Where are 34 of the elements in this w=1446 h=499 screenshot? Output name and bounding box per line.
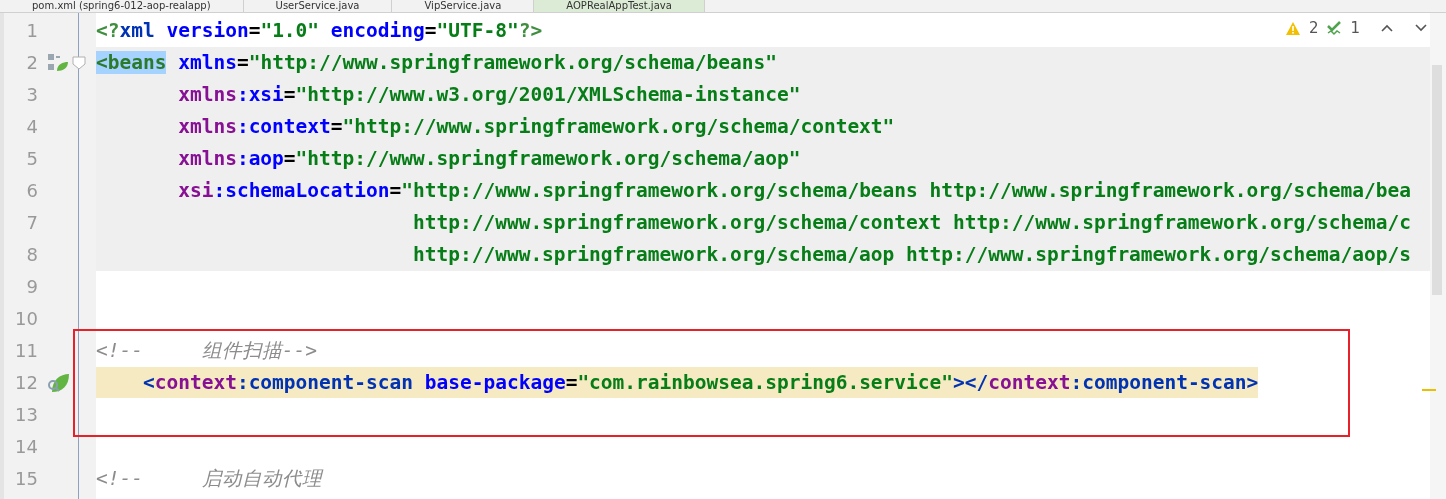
code-line: <!-- 启动自动代理 [96,466,322,493]
leaf-magnifier-icon[interactable] [46,372,70,394]
line-number: 10 [14,308,38,330]
code-line: <!-- 组件扫描--> [96,338,317,365]
code-line: <?xml version="1.0" encoding="UTF-8"?> [96,18,543,45]
warning-icon[interactable] [1284,20,1301,36]
code-line: http://www.springframework.org/schema/context http://www.springframework.org/schema/c [411,210,1411,237]
code-line: xmlns:context="http://www.springframework.org/schema/context" [177,114,895,141]
code-line: http://www.springframework.org/schema/aop http://www.springframework.org/schema/aop/s [411,242,1411,269]
line-number: 2 [25,52,38,74]
line-number: 7 [25,212,38,234]
code-line: <beans xmlns="http://www.springframework.org/schema/beans" [96,50,777,77]
line-number: 9 [25,276,38,298]
code-line: <context:component-scan base-package="com.rainbowsea.spring6.service"></context:component-scan> [96,368,1259,398]
line-number: 12 [14,372,38,394]
line-number: 3 [25,84,38,106]
code-line: xmlns:aop="http://www.springframework.org/schema/aop" [177,146,801,173]
line-number: 6 [25,180,38,202]
line-number: 13 [14,404,38,426]
editor-tab[interactable]: AOPRealAppTest.java [534,0,705,12]
bean-structure-icon[interactable] [47,53,69,73]
line-number: 4 [25,116,38,138]
warning-count: 2 [1308,18,1319,39]
code-line: xmlns:xsi="http://www.w3.org/2001/XMLSchema-instance" [177,82,801,109]
check-icon[interactable] [1326,20,1343,37]
line-number: 5 [25,148,38,170]
code-line: xsi:schemaLocation="http://www.springframework.org/schema/beans http://www.springframework.org/schema/bea [177,178,1411,205]
line-number: 11 [14,340,38,362]
line-number: 15 [14,468,38,490]
line-number: 14 [14,436,38,458]
weak-warning-count: 1 [1350,18,1360,39]
line-number: 1 [25,20,38,42]
line-number: 8 [25,244,38,266]
fold-icon[interactable] [72,56,86,70]
